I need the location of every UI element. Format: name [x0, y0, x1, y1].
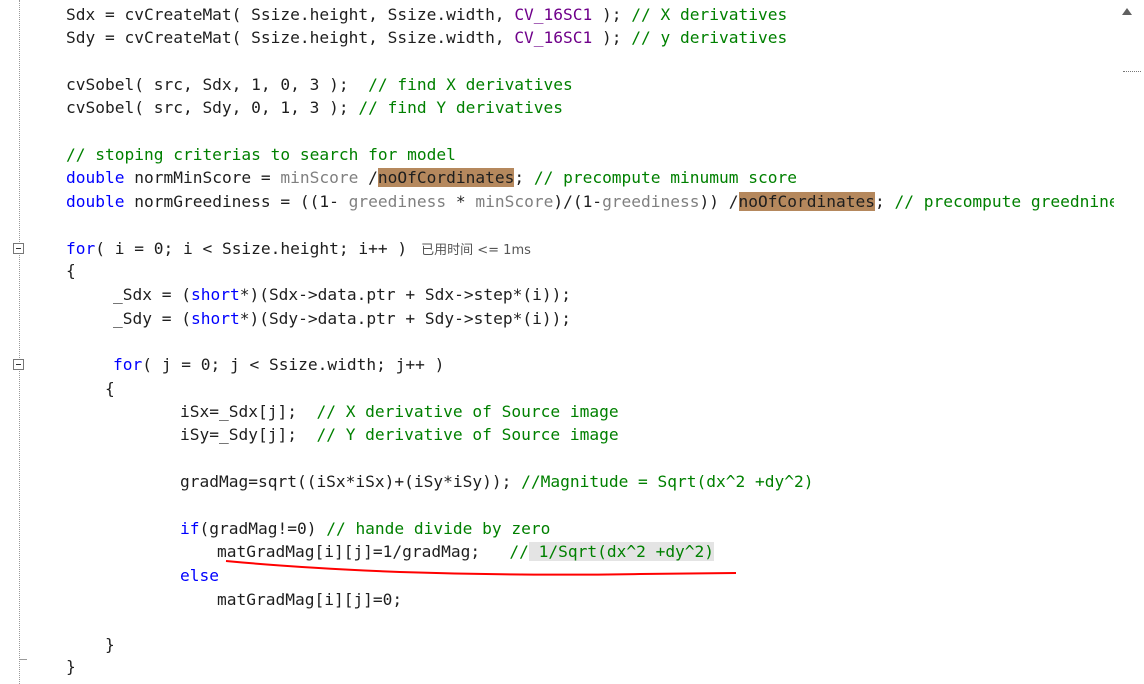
vertical-scrollbar[interactable] — [1114, 0, 1144, 684]
scroll-map-marker — [1123, 59, 1141, 72]
scroll-up-arrow-icon[interactable] — [1122, 8, 1132, 15]
red-annotation-underline — [225, 560, 737, 576]
